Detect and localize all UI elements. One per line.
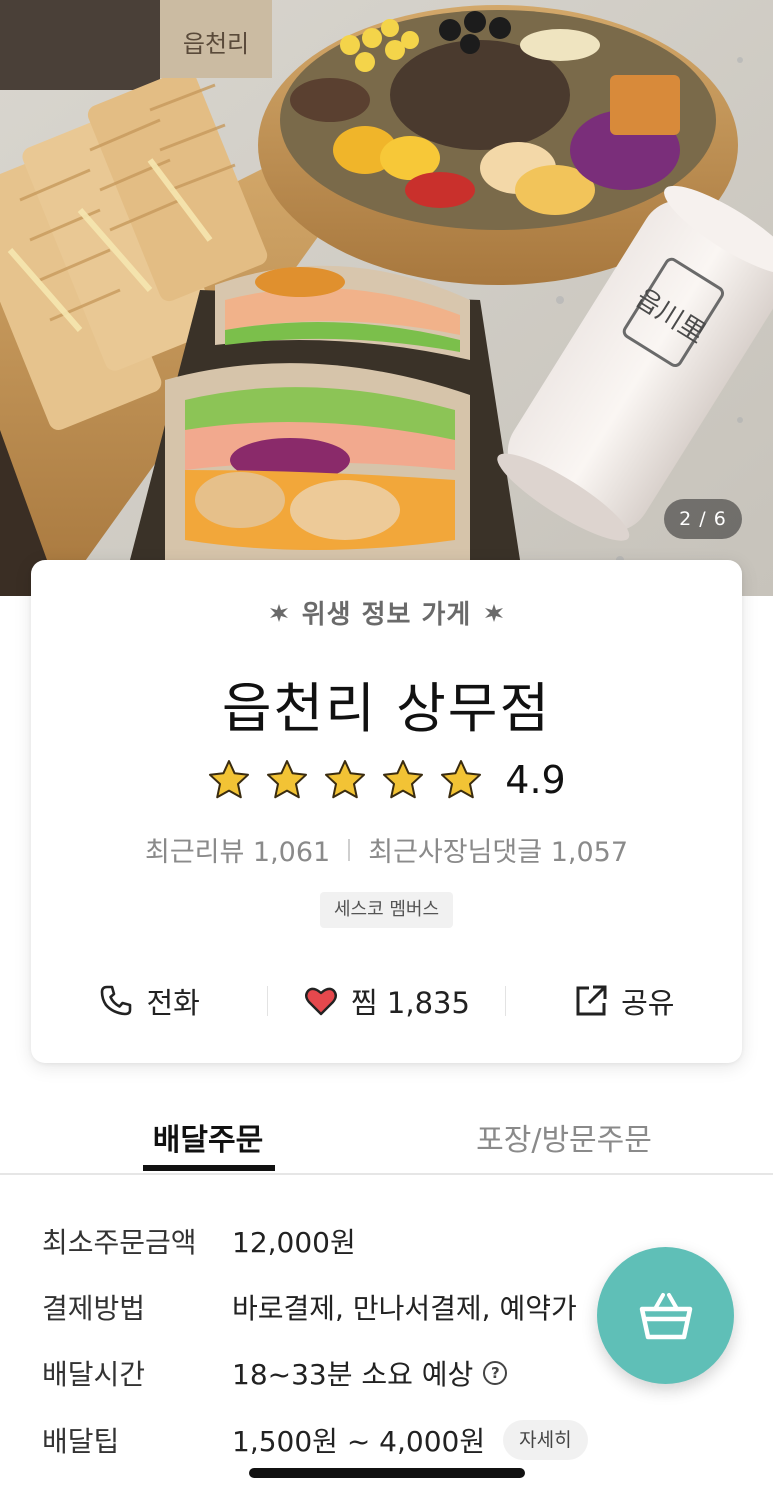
store-name: 읍천리 상무점 [221, 677, 552, 740]
delivery-time-value: 18~33분 소요 예상 [232, 1358, 474, 1391]
recent-review-count[interactable]: 최근리뷰 1,061 [145, 830, 330, 869]
min-order-label: 최소주문금액 [42, 1226, 197, 1259]
favorite-button[interactable]: 찜 1,835 [268, 980, 504, 1022]
cup-logo-text: 읍천리 [183, 30, 249, 58]
active-tab-indicator [143, 1165, 275, 1171]
cesco-members-badge: 세스코 멤버스 [320, 892, 453, 928]
star-icon [325, 760, 366, 799]
cart-button[interactable] [597, 1247, 734, 1384]
tabs-divider [0, 1173, 773, 1175]
divider [348, 838, 351, 861]
delivery-time-label: 배달시간 [42, 1358, 146, 1391]
share-label: 공유 [621, 986, 675, 1020]
store-info-card: 위생 정보 가게 읍천리 상무점 4.9 최근리뷰 1,061 최근사장님댓글 … [31, 560, 742, 1063]
rating-value: 4.9 [505, 758, 566, 802]
min-order-row: 최소주문금액 12,000원 [42, 1219, 356, 1263]
hygiene-badge[interactable]: 위생 정보 가게 [31, 594, 742, 631]
basket-icon [639, 1292, 692, 1339]
food-photo-illustration: 읍천리 읍川里 [0, 0, 773, 596]
heart-icon [305, 987, 337, 1016]
star-icon [209, 760, 250, 799]
store-actions: 전화 찜 1,835 공유 [31, 975, 742, 1027]
help-icon[interactable]: ? [483, 1361, 508, 1385]
owner-reply-count[interactable]: 최근사장님댓글 1,057 [368, 830, 628, 869]
favorite-label: 찜 1,835 [351, 986, 470, 1020]
delivery-tip-value: 1,500원 ~ 4,000원 [232, 1425, 486, 1458]
payment-value: 바로결제, 만나서결제, 예약가 [232, 1292, 577, 1325]
delivery-tip-row: 배달팁 1,500원 ~ 4,000원 자세히 [42, 1418, 588, 1462]
share-icon [576, 985, 607, 1016]
share-button[interactable]: 공유 [506, 980, 742, 1022]
tab-pickup[interactable]: 포장/방문주문 [434, 1115, 694, 1159]
home-indicator [249, 1468, 525, 1478]
call-label: 전화 [146, 986, 200, 1020]
phone-icon [101, 985, 132, 1016]
star-icon [441, 760, 482, 799]
call-button[interactable]: 전화 [31, 980, 267, 1022]
delivery-time-row: 배달시간 18~33분 소요 예상 ? [42, 1351, 508, 1395]
payment-row: 결제방법 바로결제, 만나서결제, 예약가 [42, 1285, 577, 1329]
min-order-value: 12,000원 [232, 1226, 356, 1259]
payment-label: 결제방법 [42, 1292, 146, 1325]
leaf-left-icon [269, 603, 288, 622]
tip-detail-button[interactable]: 자세히 [503, 1420, 588, 1460]
leaf-right-icon [485, 603, 504, 622]
order-type-tabs: 배달주문 포장/방문주문 [0, 1105, 773, 1177]
tab-delivery[interactable]: 배달주문 [78, 1115, 338, 1159]
star-icon [267, 760, 308, 799]
store-photo[interactable]: 읍천리 읍川里 2 / 6 [0, 0, 773, 596]
delivery-tip-label: 배달팁 [42, 1425, 120, 1458]
star-icon [383, 760, 424, 799]
hygiene-label: 위생 정보 가게 [301, 600, 472, 630]
rating[interactable]: 4.9 [31, 756, 742, 804]
image-page-counter: 2 / 6 [664, 499, 742, 539]
review-counts: 최근리뷰 1,061 최근사장님댓글 1,057 [31, 830, 742, 869]
